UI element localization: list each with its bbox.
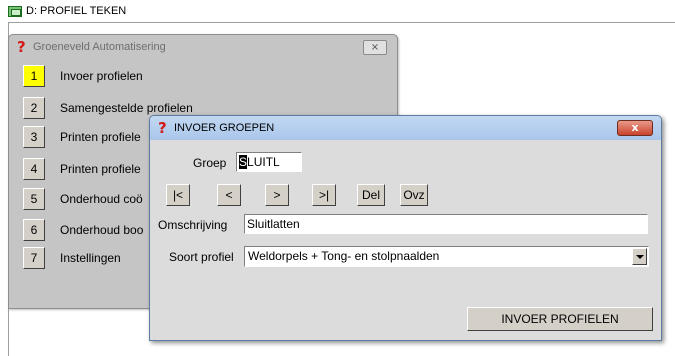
menu-item-3[interactable]: 3 Printen profiele — [23, 126, 141, 148]
invoer-groepen-dialog: ? INVOER GROEPEN x Groep SLUITL |< < > >… — [149, 115, 662, 341]
menu-item-label: Invoer profielen — [60, 69, 143, 83]
menu-item-7[interactable]: 7 Instellingen — [23, 247, 121, 269]
menu-number-button-7[interactable]: 7 — [23, 247, 45, 269]
menu-number-button-5[interactable]: 5 — [23, 188, 45, 210]
groep-label: Groep — [193, 156, 227, 170]
window-app-icon — [8, 5, 22, 17]
menu-window-title: Groeneveld Automatisering — [33, 41, 166, 53]
menu-item-5[interactable]: 5 Onderhoud coö — [23, 188, 143, 210]
invoer-profielen-button[interactable]: INVOER PROFIELEN — [467, 307, 653, 331]
last-record-button[interactable]: >| — [312, 184, 336, 206]
menu-item-label: Samengestelde profielen — [60, 101, 193, 115]
chevron-down-icon[interactable] — [632, 248, 647, 265]
overview-button[interactable]: Ovz — [400, 184, 428, 206]
close-icon[interactable]: ⨯ — [363, 40, 387, 55]
menu-item-6[interactable]: 6 Onderhoud boo — [23, 219, 143, 241]
dialog-title-bar[interactable]: ? INVOER GROEPEN — [150, 116, 661, 140]
soort-profiel-value: Weldorpels + Tong- en stolpnaalden — [248, 249, 440, 263]
menu-item-label: Instellingen — [60, 251, 121, 265]
text-cursor: S — [239, 155, 248, 169]
app-title-bar: D: PROFIEL TEKEN — [0, 0, 675, 22]
menu-item-label: Onderhoud boo — [60, 223, 144, 237]
first-record-button[interactable]: |< — [166, 184, 190, 206]
omschrijving-label: Omschrijving — [158, 218, 228, 232]
menu-number-button-6[interactable]: 6 — [23, 219, 45, 241]
app-title: D: PROFIEL TEKEN — [26, 5, 127, 17]
delete-button[interactable]: Del — [357, 184, 385, 206]
groep-field[interactable]: SLUITL — [236, 152, 302, 172]
menu-number-button-4[interactable]: 4 — [23, 158, 45, 180]
soort-profiel-dropdown[interactable]: Weldorpels + Tong- en stolpnaalden — [244, 246, 649, 267]
menu-number-button-2[interactable]: 2 — [23, 97, 45, 119]
soort-profiel-label: Soort profiel — [169, 250, 234, 264]
menu-number-button-3[interactable]: 3 — [23, 126, 45, 148]
menu-item-label: Printen profiele — [60, 130, 141, 144]
previous-record-button[interactable]: < — [217, 184, 241, 206]
menu-item-1[interactable]: 1 Invoer profielen — [23, 65, 143, 87]
menu-item-label: Onderhoud coö — [60, 192, 143, 206]
menu-item-4[interactable]: 4 Printen profiele — [23, 158, 141, 180]
menu-item-label: Printen profiele — [60, 162, 141, 176]
menu-title-bar[interactable]: ? Groeneveld Automatisering — [9, 35, 397, 59]
question-icon: ? — [158, 119, 167, 137]
close-icon[interactable]: x — [617, 120, 653, 136]
dialog-title: INVOER GROEPEN — [174, 122, 275, 134]
question-icon: ? — [17, 38, 26, 56]
menu-number-button-1[interactable]: 1 — [23, 65, 45, 87]
groep-value: LUITL — [247, 155, 280, 169]
omschrijving-field[interactable]: Sluitlatten — [244, 214, 648, 234]
next-record-button[interactable]: > — [265, 184, 289, 206]
